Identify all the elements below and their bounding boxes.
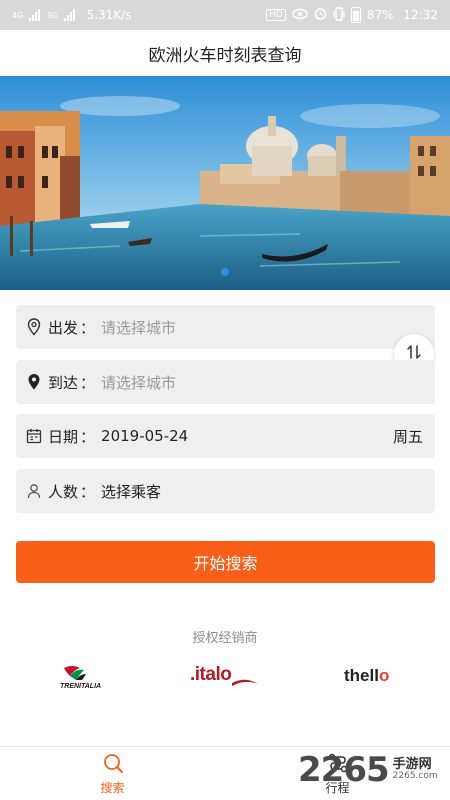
calendar-icon — [26, 427, 42, 445]
watermark-url: 2265.com — [392, 771, 438, 782]
trenitalia-text: TRENITALIA — [60, 683, 101, 690]
vibrate-icon — [333, 6, 345, 24]
tab-search-label: 搜索 — [100, 780, 125, 795]
network-type-2: 3G — [46, 10, 58, 20]
search-icon — [102, 752, 124, 777]
alarm-icon — [314, 7, 327, 23]
start-search-button[interactable]: 开始搜索 — [16, 541, 435, 583]
watermark: 2265 手游网 2265.com — [298, 750, 438, 790]
battery-percent: 87% — [366, 8, 394, 22]
status-time: 12:32 — [403, 8, 438, 22]
location-outline-icon — [26, 318, 42, 336]
dealers-title: 授权经销商 — [192, 631, 258, 646]
page-header: 欧洲火车时刻表查询 — [0, 30, 450, 76]
network-type-1: 4G — [12, 10, 24, 20]
arrival-placeholder: 请选择城市 — [101, 373, 177, 392]
arrival-label: 到达 — [48, 373, 79, 392]
italo-logo: .italo — [190, 664, 258, 686]
watermark-number: 2265 — [298, 750, 390, 790]
page-title: 欧洲火车时刻表查询 — [148, 45, 302, 66]
date-colon: ： — [80, 427, 96, 446]
passengers-field[interactable]: 人数 ： 选择乘客 — [16, 469, 435, 513]
passengers-label: 人数 — [48, 482, 79, 501]
person-icon — [26, 482, 42, 500]
location-filled-icon — [26, 373, 42, 391]
signal-icon-2 — [63, 9, 75, 21]
banner-carousel[interactable] — [0, 76, 450, 290]
status-bar: 4G 3G 5.31K/s HD 87% 12:32 — [0, 0, 450, 30]
banner-image — [0, 76, 450, 290]
battery-icon — [350, 7, 361, 23]
arrival-colon: ： — [80, 373, 96, 392]
departure-field[interactable]: 出发 ： 请选择城市 — [16, 305, 435, 349]
italo-text: .italo — [190, 664, 232, 685]
tab-search[interactable]: 搜索 — [0, 747, 225, 800]
signal-icon — [29, 9, 41, 21]
passengers-colon: ： — [80, 482, 96, 501]
weekday-value: 周五 — [392, 427, 423, 446]
date-field[interactable]: 日期 ： 2019-05-24 周五 — [16, 414, 435, 458]
thello-text: thello — [344, 666, 390, 685]
date-label: 日期 — [48, 427, 79, 446]
eye-icon — [291, 8, 308, 23]
watermark-text: 手游网 — [392, 756, 432, 772]
thello-logo: thello — [344, 666, 389, 686]
carousel-indicator[interactable] — [221, 268, 229, 276]
departure-placeholder: 请选择城市 — [101, 318, 177, 337]
passengers-value: 选择乘客 — [101, 482, 162, 501]
hd-icon: HD — [266, 9, 286, 21]
departure-label: 出发 — [48, 318, 79, 337]
departure-colon: ： — [80, 318, 96, 337]
date-value: 2019-05-24 — [101, 427, 189, 445]
trenitalia-logo: TRENITALIA — [58, 664, 106, 694]
arrival-field[interactable]: 到达 ： 请选择城市 — [16, 360, 435, 404]
network-speed: 5.31K/s — [86, 8, 132, 22]
